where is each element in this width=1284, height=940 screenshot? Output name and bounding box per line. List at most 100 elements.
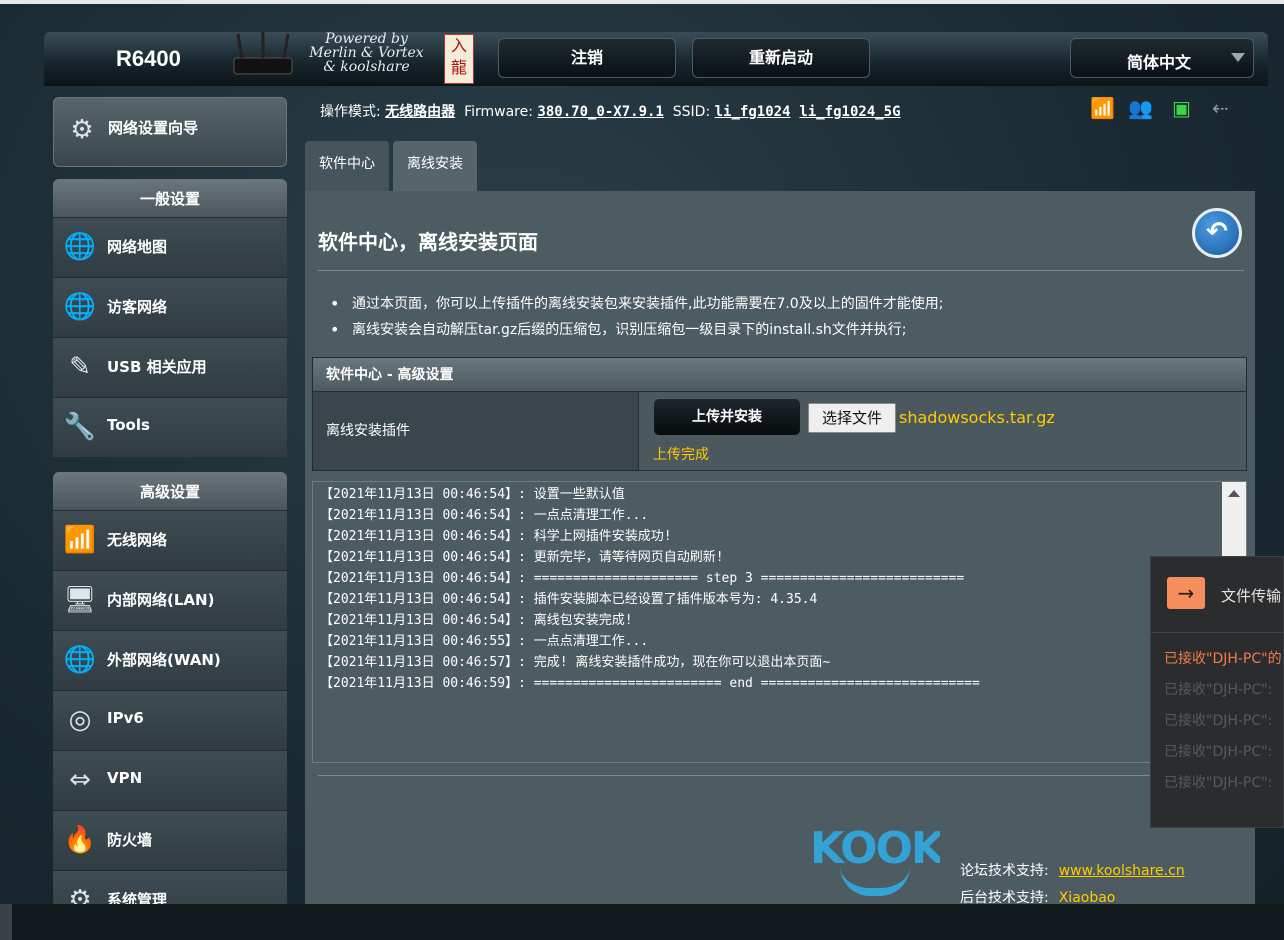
file-transfer-popup[interactable]: → 文件传输 已接收"DJH-PC"的 已接收"DJH-PC": 已接收"DJH…	[1150, 556, 1284, 828]
forum-link[interactable]: www.koolshare.cn	[1059, 863, 1185, 879]
note-item: 离线安装会自动解压tar.gz后缀的压缩包，识别压缩包一级目录下的install…	[330, 320, 943, 346]
clients-icon[interactable]: 👥	[1128, 96, 1153, 120]
usb-icon: ✎	[69, 352, 91, 382]
sidebar-wizard[interactable]: ⚙ 网络设置向导	[53, 97, 287, 167]
globe-icon: 🌐	[63, 232, 97, 262]
ssid-2g-link[interactable]: li_fg1024	[715, 104, 791, 120]
log-line: 【2021年11月13日 00:46:57】: 完成! 离线安装插件成功，现在你…	[320, 655, 831, 670]
table-header: 软件中心 - 高级设置	[313, 358, 1246, 392]
tab-offline-install[interactable]: 离线安装	[393, 141, 477, 191]
upload-install-button[interactable]: 上传并安装	[653, 398, 801, 436]
status-bar: 操作模式: 无线路由器 Firmware: 380.70_0-X7.9.1 SS…	[320, 101, 901, 121]
powered-by-text: Powered by Merlin & Vortex & koolshare	[294, 32, 439, 74]
taskbar-edge	[0, 904, 12, 940]
log-line: 【2021年11月13日 00:46:54】: 科学上网插件安装成功!	[320, 529, 672, 544]
log-line: 【2021年11月13日 00:46:59】: ================…	[320, 676, 980, 691]
popup-message[interactable]: 已接收"DJH-PC":	[1164, 710, 1272, 730]
row-label: 离线安装插件	[313, 392, 639, 470]
model-name: R6400	[116, 46, 181, 71]
sidebar-item-label: 访客网络	[107, 298, 168, 316]
sidebar-item-label: 防火墙	[107, 831, 153, 849]
powered-line-3: & koolshare	[323, 59, 410, 75]
page-title: 软件中心，离线安装页面	[318, 230, 538, 254]
sidebar-item-label: 无线网络	[107, 531, 168, 549]
sidebar-item-label: 网络地图	[107, 238, 168, 256]
guest-globe-icon: 🌐	[63, 292, 97, 322]
sidebar-advanced: 高级设置 📶 无线网络 🖥 内部网络(LAN) 🌐 外部网络(WAN) ◎ IP…	[53, 472, 287, 930]
popup-message[interactable]: 已接收"DJH-PC":	[1164, 772, 1272, 792]
ssid-5g-link[interactable]: li_fg1024_5G	[799, 104, 900, 120]
vpn-icon: ⇔	[69, 765, 91, 795]
sidebar-item-label: 内部网络(LAN)	[107, 591, 215, 609]
logout-button[interactable]: 注销	[498, 38, 676, 78]
status-icons: 📶 👥 ▣ ⇠	[1088, 96, 1248, 122]
forum-support: 论坛技术支持: www.koolshare.cn	[960, 860, 1185, 880]
choose-file-button[interactable]: 选择文件	[808, 403, 896, 433]
folder-arrow-icon: →	[1167, 577, 1205, 609]
log-line: 【2021年11月13日 00:46:54】: 插件安装脚本已经设置了插件版本号…	[320, 592, 818, 607]
sidebar-item-label: VPN	[107, 769, 143, 787]
router-image	[233, 32, 293, 75]
sidebar-item-lan[interactable]: 🖥 内部网络(LAN)	[53, 570, 287, 630]
sidebar-item-wan[interactable]: 🌐 外部网络(WAN)	[53, 630, 287, 690]
log-line: 【2021年11月13日 00:46:54】: 一点点清理工作...	[320, 508, 649, 523]
ipv6-icon: ◎	[68, 705, 92, 735]
sidebar-item-label: USB 相关应用	[107, 358, 207, 376]
sidebar-item-label: IPv6	[107, 709, 144, 727]
selected-file-name: shadowsocks.tar.gz	[899, 408, 1055, 427]
forum-label: 论坛技术支持:	[960, 863, 1049, 879]
upload-status: 上传完成	[653, 447, 709, 463]
sidebar-item-guest-network[interactable]: 🌐 访客网络	[53, 277, 287, 337]
firmware-label: Firmware:	[464, 104, 533, 120]
wizard-icon: ⚙	[70, 115, 94, 145]
back-icon[interactable]: ↶	[1192, 208, 1242, 258]
sidebar-item-ipv6[interactable]: ◎ IPv6	[53, 690, 287, 750]
language-value: 简体中文	[1127, 53, 1192, 72]
notes-list: 通过本页面，你可以上传插件的离线安装包来安装插件,此功能需要在7.0及以上的固件…	[330, 294, 943, 346]
powered-line-2: Merlin & Vortex	[309, 45, 424, 61]
sidebar-item-firewall[interactable]: 🔥 防火墙	[53, 810, 287, 870]
wifi-icon: 📶	[63, 525, 97, 555]
wizard-label: 网络设置向导	[108, 119, 199, 137]
scroll-up-icon[interactable]	[1228, 490, 1240, 497]
popup-message[interactable]: 已接收"DJH-PC":	[1164, 679, 1272, 699]
taskbar	[0, 904, 1284, 940]
table-row: 离线安装插件 上传并安装 选择文件 shadowsocks.tar.gz 上传完…	[313, 392, 1246, 470]
sidebar-item-label: Tools	[107, 416, 150, 434]
log-line: 【2021年11月13日 00:46:54】: 离线包安装完成!	[320, 613, 633, 628]
popup-message[interactable]: 已接收"DJH-PC":	[1164, 741, 1272, 761]
mode-label: 操作模式:	[320, 104, 381, 120]
koolshare-logo: KOOK	[810, 826, 940, 904]
settings-table: 软件中心 - 高级设置 离线安装插件 上传并安装 选择文件 shadowsock…	[312, 357, 1247, 471]
sidebar-item-wireless[interactable]: 📶 无线网络	[53, 510, 287, 570]
wifi-status-icon[interactable]: 📶	[1090, 96, 1115, 120]
sidebar-general: 一般设置 🌐 网络地图 🌐 访客网络 ✎ USB 相关应用 🔧 Tools	[53, 179, 287, 457]
tab-software-center[interactable]: 软件中心	[305, 141, 389, 191]
powered-line-1: Powered by	[325, 31, 408, 47]
sidebar-item-tools[interactable]: 🔧 Tools	[53, 397, 287, 457]
mode-link[interactable]: 无线路由器	[385, 104, 455, 120]
reboot-button[interactable]: 重新启动	[692, 38, 870, 78]
chevron-down-icon	[1231, 53, 1245, 62]
popup-title: 文件传输	[1221, 587, 1282, 605]
language-select[interactable]: 简体中文	[1070, 38, 1254, 78]
sidebar-advanced-title: 高级设置	[53, 472, 287, 510]
network-status-icon[interactable]: ▣	[1172, 96, 1191, 120]
log-textarea[interactable]: 【2021年11月13日 00:46:54】: 设置一些默认值 【2021年11…	[312, 481, 1247, 763]
sidebar-item-network-map[interactable]: 🌐 网络地图	[53, 217, 287, 277]
wan-globe-icon: 🌐	[63, 645, 97, 675]
log-line: 【2021年11月13日 00:46:54】: 更新完毕，请等待网页自动刷新!	[320, 550, 724, 565]
popup-message[interactable]: 已接收"DJH-PC"的	[1164, 648, 1282, 668]
note-item: 通过本页面，你可以上传插件的离线安装包来安装插件,此功能需要在7.0及以上的固件…	[330, 294, 943, 320]
logo-smile	[840, 866, 910, 896]
firewall-icon: 🔥	[63, 825, 97, 855]
row-value: 上传并安装 选择文件 shadowsocks.tar.gz 上传完成	[639, 392, 1246, 470]
log-line: 【2021年11月13日 00:46:54】: 设置一些默认值	[320, 487, 625, 502]
popup-divider	[1151, 632, 1283, 633]
sidebar-item-vpn[interactable]: ⇔ VPN	[53, 750, 287, 810]
sidebar-item-usb[interactable]: ✎ USB 相关应用	[53, 337, 287, 397]
stamp-logo: 入龍	[444, 34, 474, 84]
firmware-link[interactable]: 380.70_0-X7.9.1	[537, 104, 663, 120]
usb-status-icon[interactable]: ⇠	[1212, 96, 1229, 120]
divider	[318, 270, 1244, 271]
